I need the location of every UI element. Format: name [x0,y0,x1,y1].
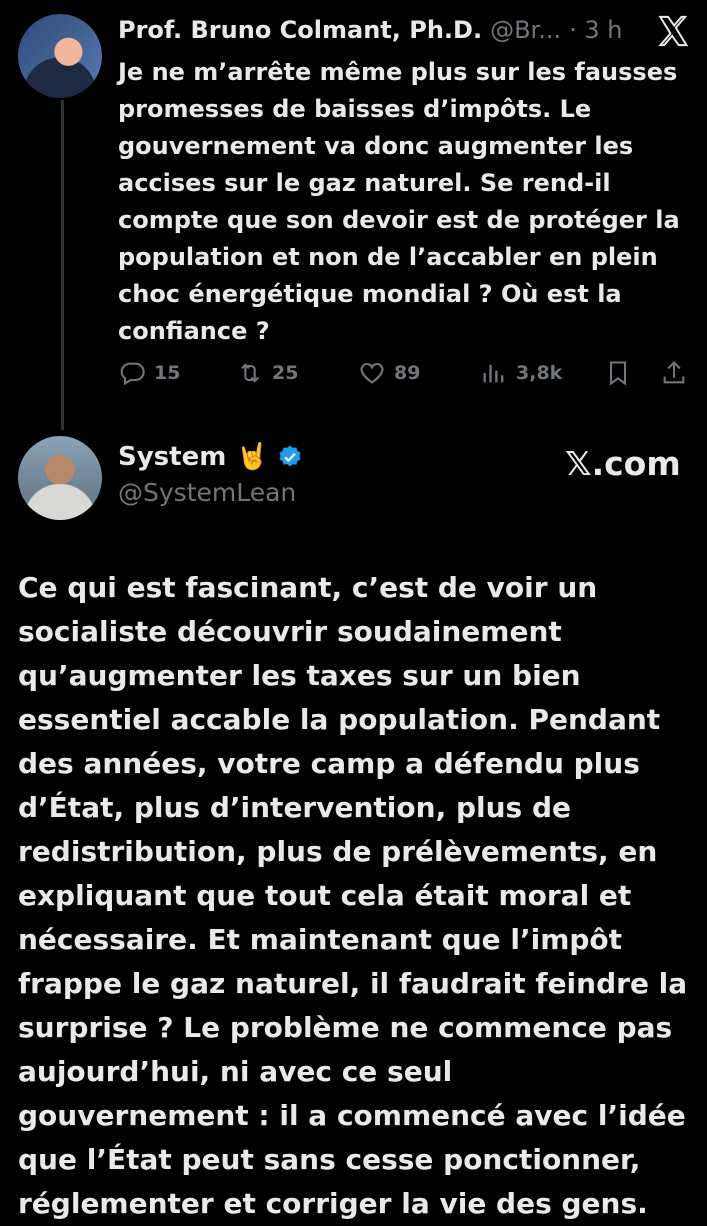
repost-icon [241,363,259,383]
rock-hand-emoji: 🤘 [236,442,269,472]
like-count: 89 [394,362,421,384]
author-avatar[interactable] [18,14,102,98]
views-icon [483,364,504,383]
tweet-header: Prof. Bruno Colmant, Ph.D. @Br... · 3 h [118,14,622,46]
repost-count: 25 [272,362,299,384]
reply-count: 15 [154,362,181,384]
author-handle[interactable]: @Br... [490,16,561,44]
tweet-time[interactable]: · 3 h [569,16,622,44]
x-logo-icon [658,15,689,47]
reply-author-name-row: System 🤘 [118,442,303,472]
like-icon [360,362,384,384]
share-button[interactable] [660,355,688,391]
share-icon [663,361,685,384]
bookmark-button[interactable] [604,355,632,391]
tweet-actions: 15 25 89 3,8k [118,355,690,391]
reply-author-avatar[interactable] [18,436,102,520]
reply-author-name[interactable]: System [118,442,226,472]
x-com-watermark: 𝕏.com [565,444,681,483]
repost-button[interactable]: 25 [236,355,298,391]
like-button[interactable]: 89 [358,355,420,391]
views-count: 3,8k [516,362,563,384]
verified-badge-icon [279,445,301,467]
bookmark-icon [609,361,627,386]
reply-tweet-text: Ce qui est fascinant, c’est de voir un s… [18,571,688,1220]
thread-connector-line [61,100,64,430]
reply-author-handle[interactable]: @SystemLean [118,478,296,507]
reply-icon [120,362,145,386]
reply-button[interactable]: 15 [118,355,180,391]
views-button[interactable]: 3,8k [480,355,562,391]
tweet-text: Je ne m’arrête même plus sur les fausses… [118,58,680,345]
author-name[interactable]: Prof. Bruno Colmant, Ph.D. [118,16,482,44]
